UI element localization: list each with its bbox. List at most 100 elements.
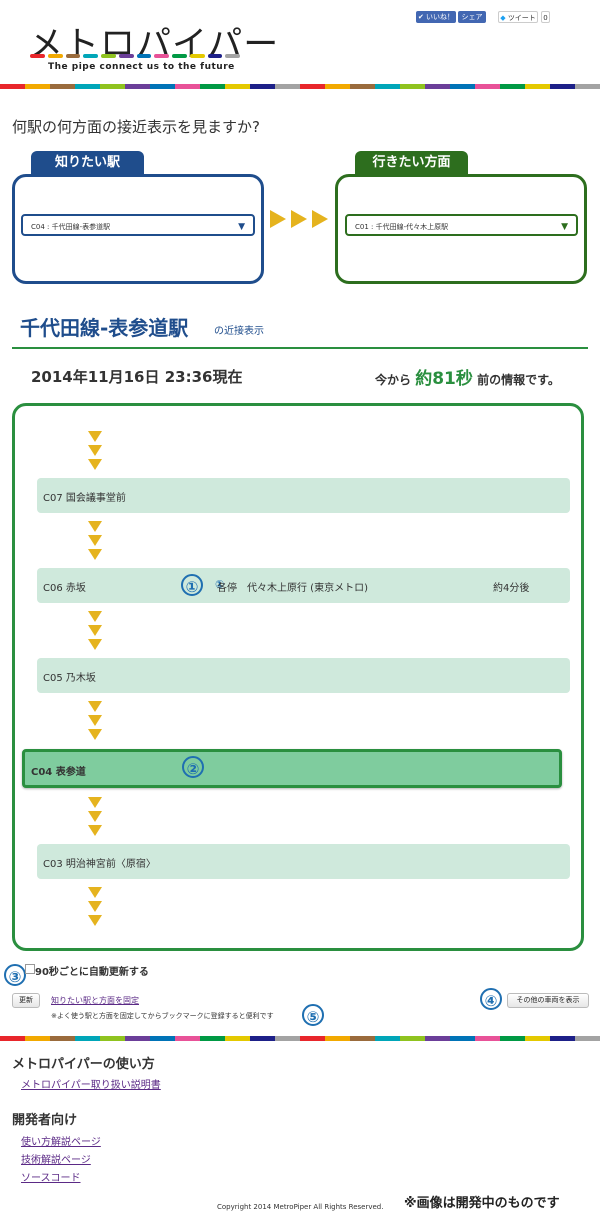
down-arrow-icon bbox=[88, 915, 102, 926]
stripe-segment bbox=[0, 84, 25, 89]
stripe-segment bbox=[550, 1036, 575, 1041]
down-arrow-icon bbox=[88, 639, 102, 650]
stripe-segment bbox=[50, 84, 75, 89]
down-arrow-icon bbox=[88, 445, 102, 456]
chevron-down-icon: ▼ bbox=[238, 222, 245, 232]
down-arrow-icon bbox=[88, 715, 102, 726]
down-arrow-icon bbox=[88, 887, 102, 898]
stripe-segment bbox=[550, 84, 575, 89]
logo-tagline: The pipe connect us to the future bbox=[48, 62, 235, 72]
stripe-segment bbox=[50, 1036, 75, 1041]
station-row-c07: C07 国会議事堂前 bbox=[37, 478, 570, 513]
refresh-button[interactable]: 更新 bbox=[12, 993, 40, 1008]
bird-icon: ◆ bbox=[500, 14, 506, 22]
dev-link-technical[interactable]: 技術解説ページ bbox=[21, 1151, 91, 1166]
down-arrow-icon bbox=[88, 549, 102, 560]
to-direction-value: C01 : 千代田線-代々木上原駅 bbox=[355, 223, 449, 231]
stripe-segment bbox=[0, 1036, 25, 1041]
train-info: 各停 代々木上原行 (東京メトロ) bbox=[217, 583, 368, 594]
stripe-segment bbox=[575, 1036, 600, 1041]
developer-heading: 開発者向け bbox=[12, 1113, 78, 1128]
down-arrow-icon bbox=[88, 901, 102, 912]
stripe-segment bbox=[250, 1036, 275, 1041]
logo-dot bbox=[136, 54, 152, 58]
info-value: 約81秒 bbox=[415, 369, 473, 389]
marker-3: ③ bbox=[4, 964, 26, 986]
arrow-right-icon bbox=[270, 210, 286, 228]
info-age: 今から 約81秒 前の情報です。 bbox=[375, 364, 560, 389]
other-cars-button[interactable]: その他の車両を表示 bbox=[507, 993, 589, 1008]
like-button[interactable]: ✔ いいね！ bbox=[416, 11, 456, 23]
stripe-segment bbox=[350, 1036, 375, 1041]
logo-color-dots bbox=[30, 54, 240, 60]
stripe-segment bbox=[125, 84, 150, 89]
stripe-segment bbox=[200, 1036, 225, 1041]
down-arrow-icon bbox=[88, 521, 102, 532]
usage-heading: メトロパイパーの使い方 bbox=[12, 1057, 155, 1072]
marker-2: ② bbox=[182, 756, 204, 778]
station-title: 千代田線-表参道駅 bbox=[20, 316, 189, 340]
down-arrow-icon bbox=[88, 625, 102, 636]
down-arrow-icon bbox=[88, 729, 102, 740]
station-label: C04 表参道 bbox=[31, 767, 86, 778]
station-title-suffix: の近接表示 bbox=[214, 326, 264, 337]
stripe-segment bbox=[125, 1036, 150, 1041]
stripe-segment bbox=[500, 84, 525, 89]
train-eta: 約4分後 bbox=[493, 583, 530, 594]
stripe-segment bbox=[100, 84, 125, 89]
dev-link-source[interactable]: ソースコード bbox=[21, 1169, 81, 1184]
stripe-segment bbox=[575, 84, 600, 89]
marker-5: ⑤ bbox=[302, 1004, 324, 1026]
stripe-segment bbox=[400, 1036, 425, 1041]
down-arrow-icon bbox=[88, 811, 102, 822]
stripe-segment bbox=[300, 1036, 325, 1041]
stripe-segment bbox=[350, 84, 375, 89]
stripe-segment bbox=[525, 1036, 550, 1041]
stripe-segment bbox=[450, 1036, 475, 1041]
stripe-segment bbox=[525, 84, 550, 89]
station-row-c03: C03 明治神宮前〈原宿〉 bbox=[37, 844, 570, 879]
station-label: C07 国会議事堂前 bbox=[43, 493, 126, 504]
down-arrow-icon bbox=[88, 797, 102, 808]
stripe-segment bbox=[225, 1036, 250, 1041]
station-label: C03 明治神宮前〈原宿〉 bbox=[43, 859, 156, 870]
stripe-segment bbox=[425, 1036, 450, 1041]
usage-manual-link[interactable]: メトロパイパー取り扱い説明書 bbox=[21, 1076, 161, 1091]
stripe-segment bbox=[175, 1036, 200, 1041]
stripe-segment bbox=[375, 84, 400, 89]
stripe-segment bbox=[75, 84, 100, 89]
stripe-segment bbox=[250, 84, 275, 89]
logo-dot bbox=[118, 54, 134, 58]
fix-station-link[interactable]: 知りたい駅と方面を固定 bbox=[51, 995, 139, 1006]
stripe-segment bbox=[175, 84, 200, 89]
marker-1: ① bbox=[181, 574, 203, 596]
stripe-segment bbox=[300, 84, 325, 89]
logo-dot bbox=[189, 54, 205, 58]
logo-dot bbox=[65, 54, 81, 58]
logo-dot bbox=[101, 54, 116, 58]
logo-dot bbox=[83, 54, 98, 58]
down-arrow-icon bbox=[88, 459, 102, 470]
station-label: C06 赤坂 bbox=[43, 583, 86, 594]
logo-dot bbox=[30, 54, 45, 58]
to-direction-select[interactable]: C01 : 千代田線-代々木上原駅 ▼ bbox=[345, 214, 578, 236]
stripe-segment bbox=[150, 84, 175, 89]
tweet-button[interactable]: ◆ ツイート bbox=[498, 11, 538, 23]
stripe-segment bbox=[400, 84, 425, 89]
from-station-value: C04 : 千代田線-表参道駅 bbox=[31, 223, 111, 231]
fix-station-note: ※よく使う駅と方面を固定してからブックマークに登録すると便利です bbox=[51, 1012, 274, 1020]
down-arrow-icon bbox=[88, 825, 102, 836]
station-row-c05: C05 乃木坂 bbox=[37, 658, 570, 693]
stripe-segment bbox=[100, 1036, 125, 1041]
like-label: いいね！ bbox=[426, 13, 455, 21]
dev-notice: ※画像は開発中のものです bbox=[404, 1196, 560, 1211]
share-button[interactable]: シェア bbox=[458, 11, 486, 23]
thumb-icon: ✔ bbox=[417, 13, 424, 21]
stripe-segment bbox=[500, 1036, 525, 1041]
dev-link-usage[interactable]: 使い方解説ページ bbox=[21, 1133, 101, 1148]
auto-refresh-checkbox[interactable] bbox=[25, 964, 35, 974]
chevron-down-icon: ▼ bbox=[561, 222, 568, 232]
stripe-segment bbox=[225, 84, 250, 89]
from-station-select[interactable]: C04 : 千代田線-表参道駅 ▼ bbox=[21, 214, 255, 236]
down-arrow-icon bbox=[88, 611, 102, 622]
